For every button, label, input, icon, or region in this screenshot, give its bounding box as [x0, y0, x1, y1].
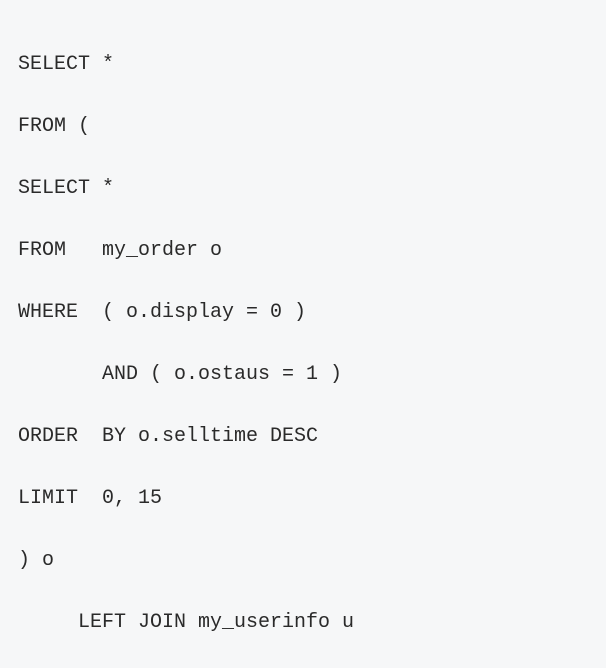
sql-code-block: SELECT * FROM ( SELECT * FROM my_order o…	[0, 0, 606, 668]
code-line: WHERE ( o.display = 0 )	[18, 292, 588, 334]
code-line: ORDER BY o.selltime DESC	[18, 416, 588, 458]
code-line: SELECT *	[18, 44, 588, 86]
code-line: LEFT JOIN my_userinfo u	[18, 602, 588, 644]
code-line: AND ( o.ostaus = 1 )	[18, 354, 588, 396]
code-line: ON o.uid = u.uid	[18, 664, 588, 668]
code-line: LIMIT 0, 15	[18, 478, 588, 520]
code-line: FROM (	[18, 106, 588, 148]
code-line: ) o	[18, 540, 588, 582]
code-line: FROM my_order o	[18, 230, 588, 272]
code-line: SELECT *	[18, 168, 588, 210]
